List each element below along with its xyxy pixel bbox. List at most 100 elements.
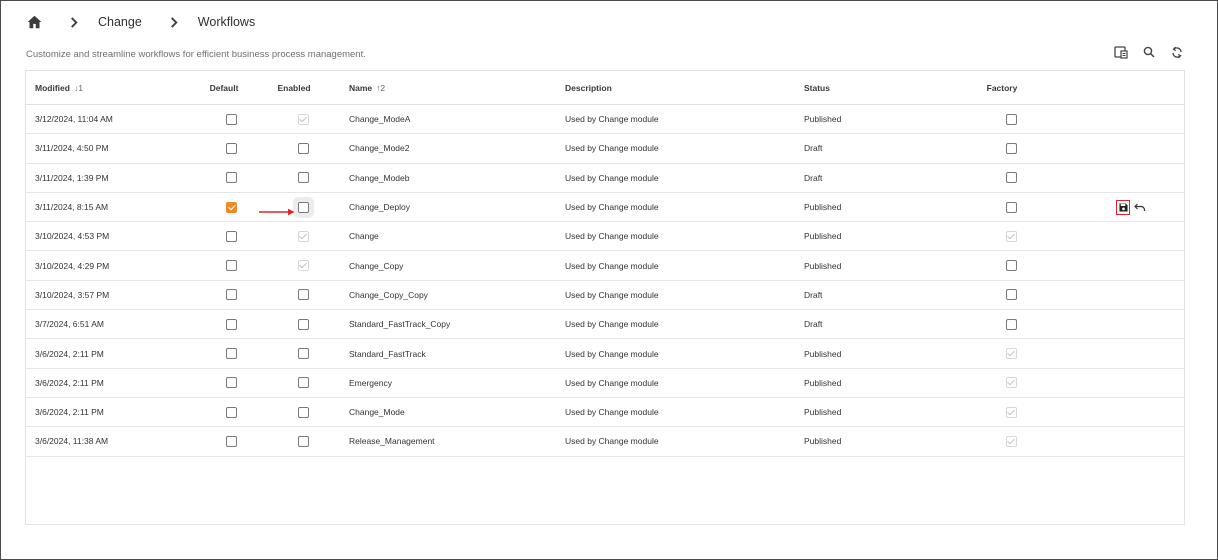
column-header-status[interactable]: Status xyxy=(804,71,830,104)
column-header-label: Modified xyxy=(35,82,70,93)
enabled-checkbox[interactable] xyxy=(297,142,309,154)
table-row[interactable]: 3/6/2024, 2:11 PM Change_Mode Used by Chan… xyxy=(26,398,1184,428)
home-icon[interactable] xyxy=(27,15,42,29)
default-checkbox[interactable] xyxy=(225,348,237,360)
default-checkbox-cell xyxy=(225,339,237,367)
sort-indicator: ↑2 xyxy=(376,82,386,93)
name-cell: Release_Management xyxy=(349,436,435,447)
factory-checkbox[interactable] xyxy=(1005,172,1017,184)
save-icon[interactable] xyxy=(1116,199,1130,215)
modified-cell: 3/11/2024, 8:15 AM xyxy=(35,202,109,213)
default-checkbox[interactable] xyxy=(225,260,237,272)
default-checkbox[interactable] xyxy=(225,377,237,389)
factory-checkbox-cell xyxy=(1005,222,1017,250)
name-cell: Standard_FastTrack_Copy xyxy=(349,319,451,330)
enabled-checkbox[interactable] xyxy=(297,435,309,447)
table-row[interactable]: 3/10/2024, 4:53 PM Change Used by Change m… xyxy=(26,222,1184,252)
table-row[interactable]: 3/6/2024, 2:11 PM Emergency Used by Change… xyxy=(26,369,1184,398)
modified-cell: 3/6/2024, 2:11 PM xyxy=(35,407,104,418)
name-cell: Change_Mode xyxy=(349,407,405,418)
default-checkbox-cell xyxy=(225,398,237,426)
table-row[interactable]: 3/12/2024, 11:04 AM Change_ModeA Used by C… xyxy=(26,105,1184,135)
search-icon[interactable] xyxy=(1141,44,1157,60)
table-row[interactable]: 3/11/2024, 4:50 PM Change_Mode2 Used by Ch… xyxy=(26,134,1184,164)
modified-cell: 3/11/2024, 1:39 PM xyxy=(35,172,109,183)
factory-checkbox[interactable] xyxy=(1005,260,1017,272)
enabled-checkbox[interactable] xyxy=(297,318,309,330)
default-checkbox[interactable] xyxy=(225,289,237,301)
name-cell: Standard_FastTrack xyxy=(349,348,426,359)
enabled-checkbox-cell xyxy=(297,252,309,280)
default-checkbox-cell xyxy=(225,105,237,133)
modified-cell: 3/10/2024, 4:29 PM xyxy=(35,260,110,271)
column-header-description[interactable]: Description xyxy=(565,71,612,104)
factory-checkbox[interactable] xyxy=(1005,318,1017,330)
toolbar xyxy=(1113,44,1185,60)
column-header-modified[interactable]: Modified ↓1 xyxy=(35,71,83,104)
enabled-checkbox[interactable] xyxy=(297,348,309,360)
default-checkbox[interactable] xyxy=(225,230,237,242)
factory-checkbox[interactable] xyxy=(1005,142,1017,154)
factory-checkbox xyxy=(1005,435,1017,447)
status-cell: Draft xyxy=(804,289,823,300)
column-header-enabled[interactable]: Enabled xyxy=(277,71,310,104)
enabled-checkbox[interactable] xyxy=(297,172,309,184)
status-cell: Published xyxy=(804,377,842,388)
table-row[interactable]: 3/10/2024, 3:57 PM Change_Copy_Copy Used b… xyxy=(26,281,1184,311)
default-checkbox[interactable] xyxy=(225,113,237,125)
factory-checkbox-cell xyxy=(1005,281,1017,309)
factory-checkbox-cell xyxy=(1005,134,1017,162)
table-row[interactable]: 3/6/2024, 11:38 AM Release_Management Used… xyxy=(26,427,1184,457)
factory-checkbox xyxy=(1005,377,1017,389)
column-header-name[interactable]: Name ↑2 xyxy=(349,71,385,104)
status-cell: Published xyxy=(804,202,842,213)
table-row[interactable]: 3/6/2024, 2:11 PM Standard_FastTrack Used … xyxy=(26,339,1184,369)
default-checkbox[interactable] xyxy=(225,172,237,184)
factory-checkbox-cell xyxy=(1005,339,1017,367)
name-cell: Change xyxy=(349,231,379,242)
description-cell: Used by Change module xyxy=(565,319,659,330)
column-header-factory[interactable]: Factory xyxy=(987,71,1018,104)
refresh-icon[interactable] xyxy=(1169,44,1185,60)
status-cell: Draft xyxy=(804,319,823,330)
default-checkbox[interactable] xyxy=(225,142,237,154)
enabled-checkbox-cell xyxy=(297,398,309,426)
factory-checkbox[interactable] xyxy=(1005,289,1017,301)
enabled-checkbox-cell xyxy=(297,339,309,367)
breadcrumb-item-change[interactable]: Change xyxy=(98,15,142,29)
workflows-table: Modified ↓1 Default Enabled Name ↑2 Desc… xyxy=(25,70,1185,525)
enabled-checkbox[interactable] xyxy=(297,201,309,213)
default-checkbox[interactable] xyxy=(225,201,237,213)
table-row[interactable]: 3/11/2024, 8:15 AM Change_Deploy Used by C… xyxy=(26,193,1184,223)
chevron-right-icon xyxy=(170,16,178,28)
enabled-checkbox-cell xyxy=(297,134,309,162)
description-cell: Used by Change module xyxy=(565,231,659,242)
page-description: Customize and streamline workflows for e… xyxy=(26,49,366,60)
name-cell: Change_Mode2 xyxy=(349,143,410,154)
name-cell: Change_Copy_Copy xyxy=(349,289,428,300)
enabled-checkbox xyxy=(297,260,309,272)
enabled-checkbox[interactable] xyxy=(297,377,309,389)
default-checkbox-cell xyxy=(225,222,237,250)
name-cell: Change_Modeb xyxy=(349,172,410,183)
table-row[interactable]: 3/7/2024, 6:51 AM Standard_FastTrack_Copy… xyxy=(26,310,1184,340)
modified-cell: 3/10/2024, 4:53 PM xyxy=(35,231,110,242)
factory-checkbox[interactable] xyxy=(1005,113,1017,125)
modified-cell: 3/6/2024, 11:38 AM xyxy=(35,436,109,447)
modified-cell: 3/6/2024, 2:11 PM xyxy=(35,348,104,359)
table-row[interactable]: 3/11/2024, 1:39 PM Change_Modeb Used by Ch… xyxy=(26,164,1184,193)
default-checkbox[interactable] xyxy=(225,406,237,418)
default-checkbox[interactable] xyxy=(225,435,237,447)
table-settings-icon[interactable] xyxy=(1113,44,1129,60)
enabled-checkbox[interactable] xyxy=(297,406,309,418)
default-checkbox[interactable] xyxy=(225,318,237,330)
undo-icon[interactable] xyxy=(1134,203,1146,212)
enabled-checkbox[interactable] xyxy=(297,289,309,301)
table-row[interactable]: 3/10/2024, 4:29 PM Change_Copy Used by Cha… xyxy=(26,252,1184,281)
factory-checkbox-cell xyxy=(1005,252,1017,280)
name-cell: Change_ModeA xyxy=(349,114,411,125)
enabled-checkbox-cell xyxy=(297,105,309,133)
factory-checkbox[interactable] xyxy=(1005,201,1017,213)
column-header-default[interactable]: Default xyxy=(210,71,239,104)
chevron-right-icon xyxy=(70,16,78,28)
